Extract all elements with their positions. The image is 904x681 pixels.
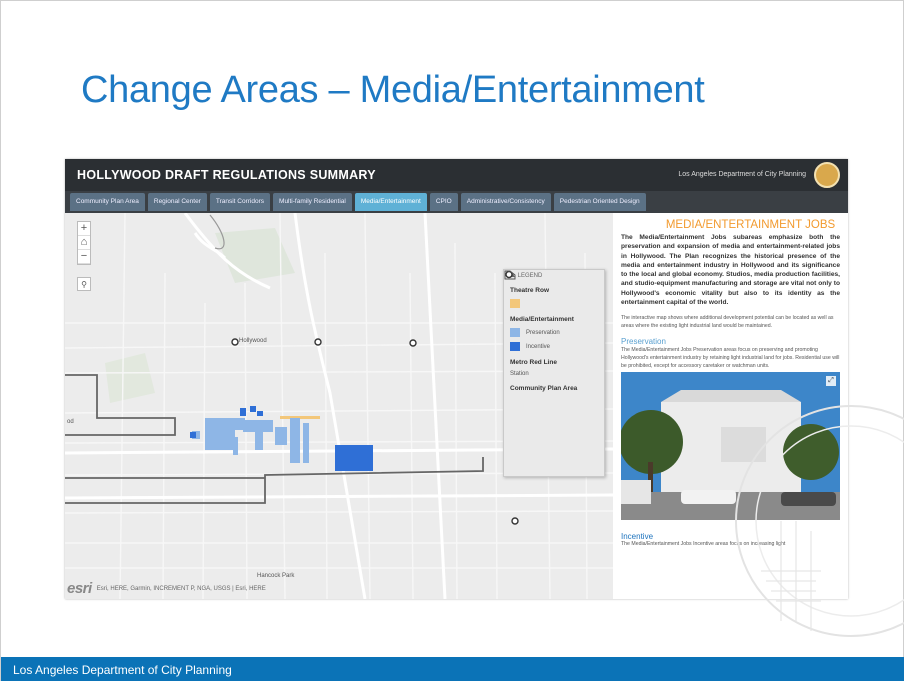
legend-title-plan-area: Community Plan Area — [510, 385, 578, 392]
search-button[interactable]: ⚲ — [77, 277, 91, 291]
zoom-in-button[interactable]: + — [78, 222, 90, 236]
studio-building-photo[interactable]: ⤢ — [621, 372, 840, 521]
app-header: HOLLYWOOD DRAFT REGULATIONS SUMMARY Los … — [65, 159, 848, 191]
zoom-out-button[interactable]: − — [78, 250, 90, 264]
tab-multi-family-residential[interactable]: Multi-family Residential — [273, 193, 352, 211]
map-view[interactable]: Hollywood od Hancock Park + ⌂ − ⚲ esri E… — [65, 213, 613, 599]
slide: Change Areas – Media/Entertainment HOLLY… — [0, 0, 904, 681]
department-label: Los Angeles Department of City Planning — [678, 171, 806, 178]
attribution-text: Esri, HERE, Garmin, INCREMENT P, NGA, US… — [96, 585, 266, 592]
photo-image — [621, 372, 840, 521]
legend-label-incentive: Incentive — [526, 343, 551, 350]
slide-footer: Los Angeles Department of City Planning — [1, 657, 904, 681]
embedded-app-screenshot: HOLLYWOOD DRAFT REGULATIONS SUMMARY Los … — [65, 159, 848, 599]
slide-title: Change Areas – Media/Entertainment — [81, 69, 705, 111]
tab-administrative-consistency[interactable]: Administrative/Consistency — [460, 193, 551, 211]
tab-bar: Community Plan Area Regional Center Tran… — [65, 191, 848, 213]
info-intro-paragraph: The Media/Entertainment Jobs subareas em… — [621, 234, 840, 307]
legend-label-preservation: Preservation — [526, 329, 560, 336]
park-area — [105, 353, 155, 403]
city-seal-icon — [814, 162, 840, 188]
footer-text: Los Angeles Department of City Planning — [13, 662, 232, 677]
legend-title-metro: Metro Red Line — [510, 359, 557, 366]
theatre-swatch-icon — [510, 299, 520, 308]
tab-transit-corridors[interactable]: Transit Corridors — [209, 193, 271, 211]
tab-media-entertainment[interactable]: Media/Entertainment — [354, 193, 427, 211]
legend-row-station: Station — [505, 270, 598, 377]
preservation-areas — [192, 418, 309, 463]
legend-label-station: Station — [510, 371, 529, 377]
info-incentive-paragraph: The Media/Entertainment Jobs Incentive a… — [621, 541, 786, 548]
park-area — [215, 228, 295, 283]
tab-regional-center[interactable]: Regional Center — [147, 193, 207, 211]
info-subheading-preservation: Preservation — [621, 337, 666, 347]
legend-row-theatre — [510, 299, 598, 308]
info-preservation-paragraph: The Media/Entertainment Jobs Preservatio… — [621, 347, 840, 370]
legend-title-media: Media/Entertainment — [510, 316, 574, 323]
tab-community-plan-area[interactable]: Community Plan Area — [70, 193, 145, 211]
legend-row-preservation: Preservation — [510, 328, 598, 337]
map-label-od: od — [67, 419, 74, 425]
legend-title-theatre-row: Theatre Row — [510, 287, 550, 294]
info-subheading-incentive: Incentive — [621, 532, 654, 542]
home-button[interactable]: ⌂ — [78, 236, 90, 250]
expand-icon[interactable]: ⤢ — [826, 376, 836, 387]
map-label-hollywood: Hollywood — [239, 338, 267, 344]
legend-row-incentive: Incentive — [510, 342, 598, 351]
info-map-paragraph: The interactive map shows where addition… — [621, 315, 834, 330]
preservation-swatch-icon — [510, 328, 520, 337]
legend-toggle[interactable]: ▲ LEGEND — [510, 273, 598, 279]
esri-logo: esri — [67, 580, 92, 597]
map-label-hancock-park: Hancock Park — [257, 573, 295, 579]
plan-area-icon — [504, 270, 516, 280]
info-panel: MEDIA/ENTERTAINMENT JOBS The Media/Enter… — [613, 213, 848, 599]
map-attribution: esri Esri, HERE, Garmin, INCREMENT P, NG… — [67, 580, 266, 597]
legend-panel: ▲ LEGEND Theatre Row Media/Entertainment… — [503, 269, 605, 477]
info-heading: MEDIA/ENTERTAINMENT JOBS — [665, 219, 836, 231]
tab-cpio[interactable]: CPIO — [429, 193, 458, 211]
app-title: HOLLYWOOD DRAFT REGULATIONS SUMMARY — [77, 168, 376, 182]
incentive-swatch-icon — [510, 342, 520, 351]
zoom-control: + ⌂ − — [77, 221, 91, 265]
tab-pedestrian-oriented-design[interactable]: Pedestrian Oriented Design — [553, 193, 646, 211]
